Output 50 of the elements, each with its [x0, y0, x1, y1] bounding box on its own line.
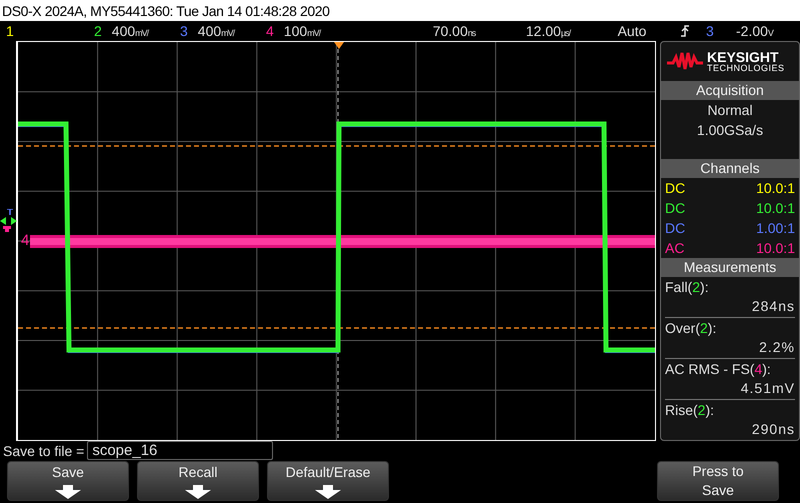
- channel-number[interactable]: 4: [266, 22, 274, 39]
- coupling-label: DC: [665, 198, 686, 218]
- down-arrow-icon: [185, 484, 211, 499]
- measurement-value: 2.2%: [758, 338, 795, 357]
- channel-scale[interactable]: 100mV/: [284, 22, 320, 39]
- delay-readout[interactable]: 70.00ns: [414, 22, 494, 39]
- brand-subtitle: TECHNOLOGIES: [707, 64, 785, 73]
- softkey[interactable]: Default/Erase: [267, 460, 389, 501]
- section-header: Measurements: [661, 258, 799, 277]
- probe-ratio: 10.0:1: [756, 178, 795, 198]
- channel-number[interactable]: 3: [180, 22, 188, 39]
- measurement-value: 290ns: [750, 420, 795, 439]
- acquisition-mode: Normal: [706, 100, 754, 120]
- field-label: Save to file =: [3, 442, 84, 459]
- down-arrow-icon: [55, 484, 81, 499]
- coupling-label: DC: [665, 218, 686, 238]
- wave-logo-icon: [667, 51, 703, 72]
- measurement-value: 284ns: [750, 296, 795, 316]
- trigger-source[interactable]: 3: [706, 22, 736, 39]
- trigger-mode[interactable]: Auto: [602, 22, 662, 39]
- channel-number[interactable]: 1: [6, 22, 14, 39]
- probe-ratio: 10.0:1: [756, 198, 795, 218]
- probe-ratio: 10.0:1: [756, 238, 795, 258]
- channel-markers-icon: [0, 208, 18, 233]
- softkey[interactable]: Save: [7, 460, 129, 501]
- timebase-readout[interactable]: 12.00µs/: [508, 22, 588, 39]
- section-header: Acquisition: [661, 80, 799, 100]
- coupling-label: AC: [665, 238, 684, 258]
- sample-rate: 1.00GSa/s: [696, 120, 764, 140]
- measurement-label: Rise(2):: [665, 400, 716, 420]
- coupling-label: DC: [665, 178, 686, 198]
- channel-label: 4: [21, 232, 30, 249]
- trigger-position-icon: [334, 42, 344, 49]
- trigger-level[interactable]: -2.00V: [736, 22, 773, 39]
- measurement-value: 4.51mV: [740, 378, 795, 398]
- probe-ratio: 1.00:1: [756, 218, 795, 238]
- rising-edge-icon: [680, 24, 690, 37]
- section-header: Channels: [661, 158, 799, 178]
- measurement-label: Over(2):: [665, 318, 718, 338]
- channel-scale[interactable]: 400mV/: [198, 22, 234, 39]
- softkey[interactable]: Recall: [137, 460, 259, 501]
- softkey[interactable]: Press to Save: [657, 460, 779, 501]
- down-arrow-icon: [315, 484, 341, 499]
- channel-scale[interactable]: 400mV/: [112, 22, 148, 39]
- channel-number[interactable]: 2: [94, 22, 102, 39]
- measurement-label: AC RMS - FS(4):: [665, 360, 772, 379]
- brand-name: KEYSIGHT: [707, 50, 779, 64]
- window-title: DS0-X 2024A, MY55441360: Tue Jan 14 01:48:28 2020: [2, 2, 330, 19]
- filename-field[interactable]: scope_16: [87, 441, 274, 460]
- measurement-label: Fall(2):: [665, 278, 710, 297]
